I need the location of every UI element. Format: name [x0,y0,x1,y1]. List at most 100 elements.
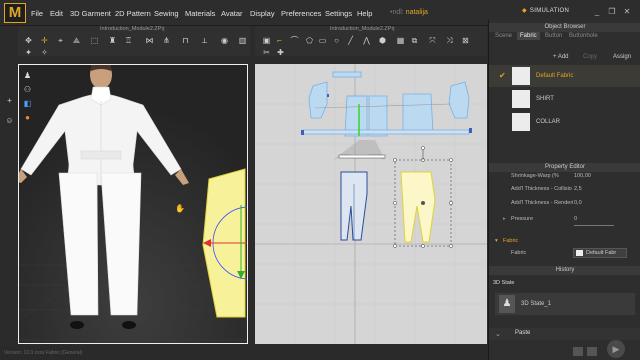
copy-button[interactable]: Copy [581,53,599,61]
view-person-icon[interactable]: ⚇ [23,85,32,94]
dart-icon[interactable]: ⋀ [362,36,371,45]
tab-button[interactable]: Button [545,33,562,39]
transform-icon[interactable]: ▣ [262,36,271,45]
rectangle-icon[interactable]: ▭ [318,36,327,45]
curve-icon[interactable]: ⌒ [290,36,299,45]
fabric-select-value: Default Fabr [586,250,617,256]
history-back-icon[interactable] [573,347,583,356]
pattern-icon[interactable]: ✧ [40,48,49,57]
fabric-name: Default Fabric [536,73,574,79]
property-label: Pressure [511,216,534,222]
sew-icon[interactable]: ⋈ [145,36,154,45]
circle-icon[interactable]: ○ [332,36,341,45]
pin-icon[interactable]: ⌖ [56,36,65,45]
add-button[interactable]: + Add [551,53,571,61]
texture-icon[interactable]: ▥ [238,36,247,45]
minimize-icon[interactable]: _ [592,7,602,17]
close-icon[interactable]: ✕ [622,7,632,17]
assign-button[interactable]: Assign [611,53,633,61]
pressure-slider[interactable] [574,225,614,226]
shirt-icon[interactable]: ♜ [108,36,117,45]
play-icon[interactable]: ▶ [607,340,625,358]
history-title: History [489,266,640,275]
menu-sewing[interactable]: Sewing [154,9,179,18]
menu-display[interactable]: Display [250,9,275,18]
app-logo[interactable]: M [4,3,26,23]
avatar-thumb-icon: ♟ [499,295,515,313]
move-icon[interactable]: ✛ [40,36,49,45]
grid-icon[interactable]: ▦ [396,36,405,45]
property-value[interactable]: 0,0 [574,200,582,206]
history-paste-label: Paste [515,330,531,336]
view-avatar-icon[interactable]: ♟ [23,71,32,80]
fold-icon[interactable]: ⟁ [72,36,81,45]
tack-icon[interactable]: ⋔ [162,36,171,45]
user-label: •ndl: natalija [390,9,428,16]
trace-icon[interactable]: ⬢ [378,36,387,45]
status-text: Version: 12.0.xxxx Fabric (General) [4,350,83,356]
restore-icon[interactable]: ❐ [607,7,617,17]
view2d-title: Introduction_Module2.ZPrj [330,26,395,32]
menu-file[interactable]: File [31,9,43,18]
select-icon[interactable]: ✥ [24,36,33,45]
menu-help[interactable]: Help [357,9,372,18]
seam-icon[interactable]: ⧉ [410,36,419,45]
expand-icon[interactable]: ▸ [503,216,506,222]
add-point-icon[interactable]: ✚ [276,48,285,57]
edit-point-icon[interactable]: ⌐ [275,36,284,45]
history-paste-row[interactable]: ⌄ Paste [489,328,640,340]
fabric-select[interactable]: Default Fabr [573,248,627,258]
menu-edit[interactable]: Edit [50,9,63,18]
property-label: Add'l Thickness - Renderi [511,200,574,206]
menu-settings[interactable]: Settings [325,9,352,18]
hide-icon[interactable]: ✦ [24,48,33,57]
menu-preferences[interactable]: Preferences [281,9,321,18]
view-fabric-icon[interactable]: ◧ [23,99,32,108]
arrange-icon[interactable]: ⬚ [90,36,99,45]
fabric-item-shirt[interactable]: SHIRT [489,88,640,110]
checkmark-icon: ✔ [499,71,506,80]
tab-fabric[interactable]: Fabric [517,32,540,40]
history-forward-icon[interactable] [587,347,597,356]
internal-line-icon[interactable]: ╱ [346,36,355,45]
polygon-icon[interactable]: ⬠ [305,36,314,45]
fabric-name: COLLAR [536,119,561,125]
garment-icon[interactable]: ♖ [124,36,133,45]
fabric-swatch [512,90,530,108]
fabric-item-default[interactable]: ✔ Default Fabric [489,65,640,87]
check-sew-icon[interactable]: ⊠ [461,36,470,45]
viewport-2d[interactable] [255,64,487,344]
fabric-item-collar[interactable]: COLLAR [489,111,640,133]
collapse-icon: ▾ [495,238,498,244]
menu-3d-garment[interactable]: 3D Garment [70,9,111,18]
property-value[interactable]: 0 [574,216,577,222]
menu-avatar[interactable]: Avatar [221,9,243,18]
button-icon[interactable]: ◉ [220,36,229,45]
tab-buttonhole[interactable]: Buttonhole [569,33,598,39]
viewport-3d[interactable]: ✋ ♟ ⚇ ◧ ● [18,64,248,344]
view-skin-icon[interactable]: ● [23,113,32,122]
tab-scene[interactable]: Scene [495,33,512,39]
property-editor-title: Property Editor [489,163,640,172]
segment-sew-icon[interactable]: ⤧ [428,36,437,45]
property-value[interactable]: 100,00 [574,173,591,179]
property-value[interactable]: 2,5 [574,186,582,192]
menu-materials[interactable]: Materials [185,9,215,18]
simulation-mode[interactable]: SIMULATION [522,7,569,14]
viewport-2d-canvas [255,64,487,344]
free-sew-icon[interactable]: ⤨ [445,36,454,45]
pants-back-pattern-2d [340,171,368,241]
status-bar: Version: 12.0.xxxx Fabric (General) [0,346,487,360]
avatar-icon[interactable]: ☺ [5,116,14,125]
menu-2d-pattern[interactable]: 2D Pattern [115,9,151,18]
zipper-icon[interactable]: ⊓ [181,36,190,45]
view3d-title: Introduction_Module2.ZPrj [100,26,165,32]
fabric-swatch [512,113,530,131]
fabric-swatch-small [576,250,583,256]
object-browser-title: Object Browser [489,23,640,32]
trim-icon[interactable]: ✂ [262,48,271,57]
history-entry[interactable]: ♟ 3D State_1 [495,293,635,315]
plus-icon[interactable]: + [5,96,14,105]
fabric-name: SHIRT [536,96,554,102]
measure-icon[interactable]: ⟂ [200,36,209,45]
